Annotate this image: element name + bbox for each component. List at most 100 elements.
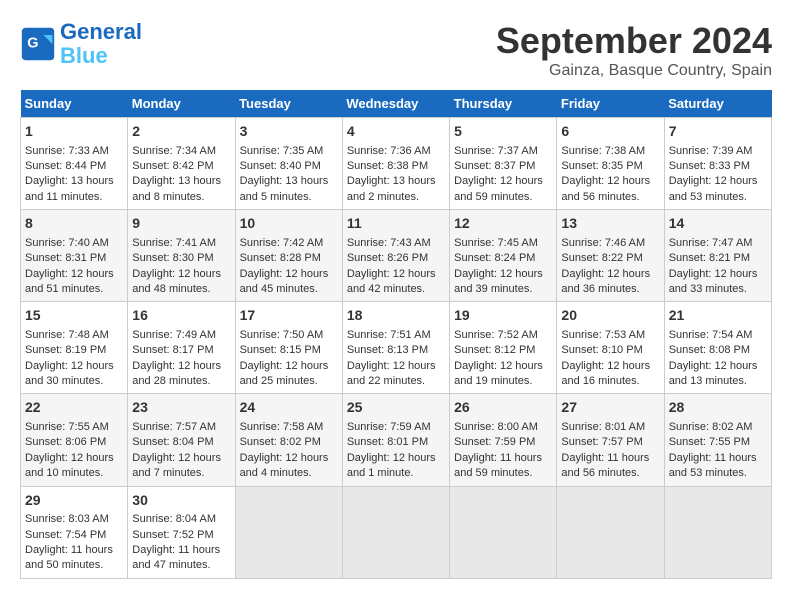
day-info: Daylight: 12 hours and 4 minutes.	[240, 451, 338, 482]
day-info: Daylight: 12 hours and 45 minutes.	[240, 267, 338, 298]
calendar-cell: 13Sunrise: 7:46 AMSunset: 8:22 PMDayligh…	[557, 210, 664, 302]
day-number: 11	[347, 214, 445, 234]
day-info: Sunrise: 7:38 AM	[561, 144, 659, 159]
day-info: Sunset: 8:28 PM	[240, 251, 338, 266]
day-info: Sunrise: 7:43 AM	[347, 236, 445, 251]
calendar-cell: 29Sunrise: 8:03 AMSunset: 7:54 PMDayligh…	[21, 486, 128, 578]
day-info: Sunset: 7:55 PM	[669, 435, 767, 450]
day-info: Sunset: 8:10 PM	[561, 343, 659, 358]
day-info: Daylight: 11 hours and 53 minutes.	[669, 451, 767, 482]
column-header-wednesday: Wednesday	[342, 90, 449, 118]
month-title: September 2024	[496, 20, 772, 62]
calendar-cell	[450, 486, 557, 578]
day-info: Sunset: 8:26 PM	[347, 251, 445, 266]
day-info: Daylight: 12 hours and 19 minutes.	[454, 359, 552, 390]
day-info: Sunrise: 7:35 AM	[240, 144, 338, 159]
day-info: Sunset: 8:02 PM	[240, 435, 338, 450]
calendar-week-row: 29Sunrise: 8:03 AMSunset: 7:54 PMDayligh…	[21, 486, 772, 578]
day-info: Daylight: 12 hours and 48 minutes.	[132, 267, 230, 298]
day-info: Sunrise: 7:45 AM	[454, 236, 552, 251]
day-number: 4	[347, 122, 445, 142]
calendar-cell: 25Sunrise: 7:59 AMSunset: 8:01 PMDayligh…	[342, 394, 449, 486]
day-number: 14	[669, 214, 767, 234]
day-number: 6	[561, 122, 659, 142]
column-header-saturday: Saturday	[664, 90, 771, 118]
calendar-cell: 26 Sunrise: 8:00 AMSunset: 7:59 PMDayligh…	[450, 394, 557, 486]
day-info: Daylight: 11 hours and 56 minutes.	[561, 451, 659, 482]
day-info: Sunrise: 7:50 AM	[240, 328, 338, 343]
day-info: Daylight: 12 hours and 25 minutes.	[240, 359, 338, 390]
logo-text: General Blue	[60, 20, 142, 68]
calendar-cell: 11 Sunrise: 7:43 AMSunset: 8:26 PMDayligh…	[342, 210, 449, 302]
day-info: Sunset: 8:30 PM	[132, 251, 230, 266]
calendar-cell: 7Sunrise: 7:39 AMSunset: 8:33 PMDaylight…	[664, 118, 771, 210]
calendar-table: SundayMondayTuesdayWednesdayThursdayFrid…	[20, 90, 772, 579]
calendar-cell: 4Sunrise: 7:36 AMSunset: 8:38 PMDaylight…	[342, 118, 449, 210]
calendar-header-row: SundayMondayTuesdayWednesdayThursdayFrid…	[21, 90, 772, 118]
calendar-cell: 28Sunrise: 8:02 AMSunset: 7:55 PMDayligh…	[664, 394, 771, 486]
day-info: Sunrise: 7:36 AM	[347, 144, 445, 159]
day-number: 29	[25, 491, 123, 511]
day-info: Daylight: 12 hours and 59 minutes.	[454, 174, 552, 205]
day-info: Daylight: 11 hours and 47 minutes.	[132, 543, 230, 574]
logo-icon: G	[20, 26, 56, 62]
day-number: 30	[132, 491, 230, 511]
day-info: Daylight: 12 hours and 39 minutes.	[454, 267, 552, 298]
title-block: September 2024 Gainza, Basque Country, S…	[496, 20, 772, 80]
day-info: Daylight: 11 hours and 50 minutes.	[25, 543, 123, 574]
calendar-cell: 1Sunrise: 7:33 AMSunset: 8:44 PMDaylight…	[21, 118, 128, 210]
calendar-cell: 9Sunrise: 7:41 AMSunset: 8:30 PMDaylight…	[128, 210, 235, 302]
calendar-cell: 20Sunrise: 7:53 AMSunset: 8:10 PMDayligh…	[557, 302, 664, 394]
calendar-cell: 21Sunrise: 7:54 AMSunset: 8:08 PMDayligh…	[664, 302, 771, 394]
calendar-cell: 17Sunrise: 7:50 AMSunset: 8:15 PMDayligh…	[235, 302, 342, 394]
calendar-cell: 22Sunrise: 7:55 AMSunset: 8:06 PMDayligh…	[21, 394, 128, 486]
day-info: Sunrise: 7:53 AM	[561, 328, 659, 343]
day-info: Daylight: 12 hours and 42 minutes.	[347, 267, 445, 298]
day-info: Sunset: 8:13 PM	[347, 343, 445, 358]
day-info: Sunset: 7:54 PM	[25, 528, 123, 543]
day-info: Daylight: 12 hours and 33 minutes.	[669, 267, 767, 298]
day-info: Daylight: 12 hours and 16 minutes.	[561, 359, 659, 390]
day-number: 21	[669, 306, 767, 326]
day-number: 25	[347, 398, 445, 418]
calendar-cell: 27Sunrise: 8:01 AMSunset: 7:57 PMDayligh…	[557, 394, 664, 486]
day-info: Sunset: 8:24 PM	[454, 251, 552, 266]
day-info: Sunrise: 7:52 AM	[454, 328, 552, 343]
day-info: Sunrise: 7:49 AM	[132, 328, 230, 343]
day-info: Daylight: 13 hours and 2 minutes.	[347, 174, 445, 205]
day-info: Sunset: 8:44 PM	[25, 159, 123, 174]
day-info: Daylight: 12 hours and 10 minutes.	[25, 451, 123, 482]
calendar-cell	[342, 486, 449, 578]
calendar-cell	[235, 486, 342, 578]
day-info: Sunrise: 7:40 AM	[25, 236, 123, 251]
day-info: Daylight: 12 hours and 28 minutes.	[132, 359, 230, 390]
day-info: Daylight: 12 hours and 36 minutes.	[561, 267, 659, 298]
calendar-cell: 10Sunrise: 7:42 AMSunset: 8:28 PMDayligh…	[235, 210, 342, 302]
day-info: Sunrise: 8:00 AM	[454, 420, 552, 435]
calendar-cell: 30Sunrise: 8:04 AMSunset: 7:52 PMDayligh…	[128, 486, 235, 578]
day-number: 18	[347, 306, 445, 326]
day-info: Sunrise: 7:58 AM	[240, 420, 338, 435]
day-info: Sunrise: 7:42 AM	[240, 236, 338, 251]
calendar-week-row: 8Sunrise: 7:40 AMSunset: 8:31 PMDaylight…	[21, 210, 772, 302]
day-number: 26	[454, 398, 552, 418]
location-subtitle: Gainza, Basque Country, Spain	[496, 62, 772, 80]
day-info: Sunset: 7:59 PM	[454, 435, 552, 450]
day-info: Sunrise: 8:03 AM	[25, 512, 123, 527]
calendar-week-row: 15Sunrise: 7:48 AMSunset: 8:19 PMDayligh…	[21, 302, 772, 394]
day-info: Daylight: 11 hours and 59 minutes.	[454, 451, 552, 482]
calendar-cell: 16Sunrise: 7:49 AMSunset: 8:17 PMDayligh…	[128, 302, 235, 394]
day-info: Sunrise: 7:33 AM	[25, 144, 123, 159]
day-number: 28	[669, 398, 767, 418]
column-header-thursday: Thursday	[450, 90, 557, 118]
calendar-cell: 24Sunrise: 7:58 AMSunset: 8:02 PMDayligh…	[235, 394, 342, 486]
day-info: Daylight: 13 hours and 8 minutes.	[132, 174, 230, 205]
day-info: Sunset: 8:08 PM	[669, 343, 767, 358]
day-number: 3	[240, 122, 338, 142]
day-info: Sunset: 8:31 PM	[25, 251, 123, 266]
day-info: Daylight: 12 hours and 22 minutes.	[347, 359, 445, 390]
day-number: 16	[132, 306, 230, 326]
page-header: G General Blue September 2024 Gainza, Ba…	[20, 20, 772, 80]
calendar-cell: 2Sunrise: 7:34 AMSunset: 8:42 PMDaylight…	[128, 118, 235, 210]
day-number: 12	[454, 214, 552, 234]
